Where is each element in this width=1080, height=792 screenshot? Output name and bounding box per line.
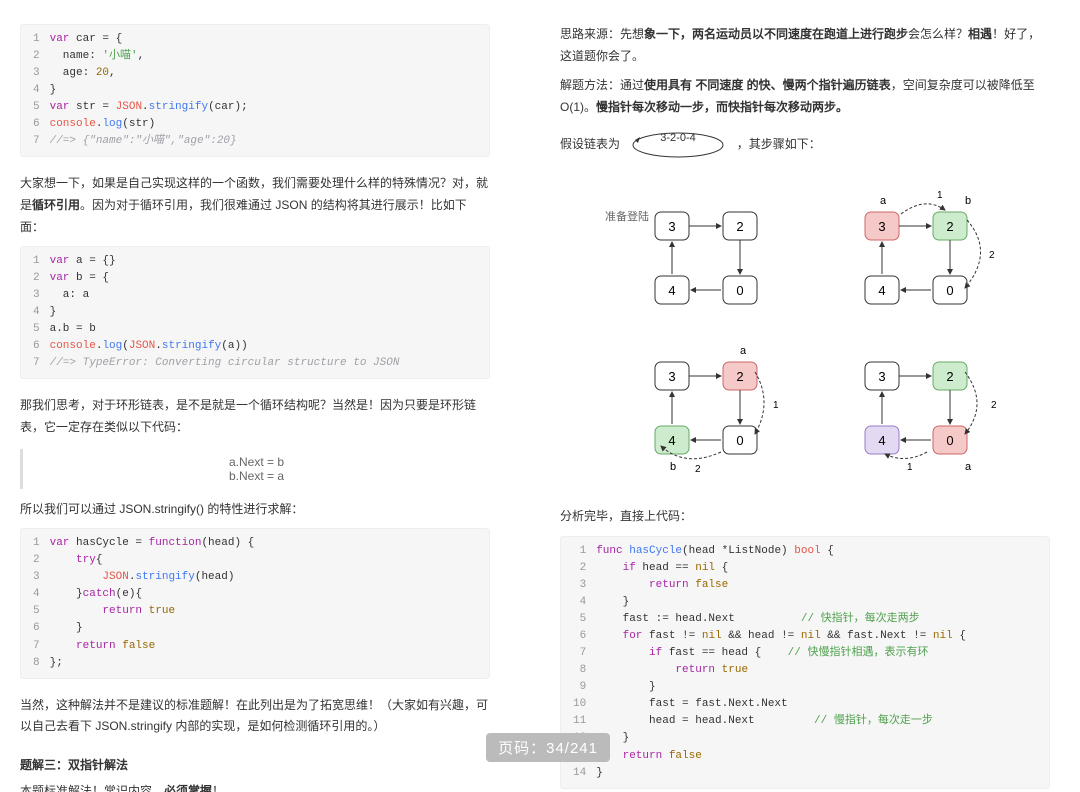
paragraph: 本题标准解法！常识内容，必须掌握！: [20, 781, 490, 792]
svg-text:3: 3: [668, 219, 675, 234]
section-heading: 题解三：双指针解法: [20, 756, 490, 773]
svg-text:4: 4: [878, 433, 885, 448]
svg-text:1: 1: [907, 462, 913, 473]
svg-text:2: 2: [946, 219, 953, 234]
svg-text:b: b: [965, 195, 971, 207]
paragraph: 所以我们可以通过 JSON.stringify() 的特性进行求解：: [20, 499, 490, 521]
paragraph: 那我们思考，对于环形链表，是不是就是一个循环结构呢？当然是！因为只要是环形链表，…: [20, 395, 490, 438]
svg-text:准备登陆: 准备登陆: [605, 209, 649, 223]
svg-text:4: 4: [668, 283, 675, 298]
svg-text:3: 3: [668, 369, 675, 384]
left-column: 1234567 var car = { name: '小喵', age: 20,…: [0, 0, 540, 792]
svg-text:1: 1: [937, 190, 943, 201]
svg-text:0: 0: [736, 433, 743, 448]
code-lines: var car = { name: '小喵', age: 20, } var s…: [50, 25, 258, 156]
svg-text:a: a: [965, 461, 972, 473]
right-column: 思路来源：先想象一下，两名运动员以不同速度在跑道上进行跑步会怎么样？相遇！好了，…: [540, 0, 1080, 792]
paragraph: 大家想一下，如果是自己实现这样的一个函数，我们需要处理什么样的特殊情况？对，就是…: [20, 173, 490, 238]
loop-diagram: 假设链表为 3-2-0-4 ，其步骤如下：: [560, 128, 1050, 162]
page-number-badge: 页码：34/241: [486, 733, 610, 762]
code-block-1: 1234567 var car = { name: '小喵', age: 20,…: [20, 24, 490, 157]
svg-text:4: 4: [668, 433, 675, 448]
gutter: 1234567: [21, 25, 50, 156]
svg-text:a: a: [740, 345, 747, 357]
code-block-4: 1234567891011121314 func hasCycle(head *…: [560, 536, 1050, 789]
svg-text:2: 2: [695, 464, 701, 475]
code-block-2: 1234567 var a = {} var b = { a: a } a.b …: [20, 246, 490, 379]
paragraph: 当然，这种解法并不是建议的标准题解！在此列出是为了拓宽思维！（大家如有兴趣，可以…: [20, 695, 490, 738]
svg-text:0: 0: [946, 283, 953, 298]
page: 1234567 var car = { name: '小喵', age: 20,…: [0, 0, 1080, 792]
svg-text:2: 2: [736, 219, 743, 234]
svg-text:4: 4: [878, 283, 885, 298]
svg-text:3: 3: [878, 369, 885, 384]
svg-text:b: b: [670, 461, 676, 473]
quote-block: a.Next = b b.Next = a: [20, 449, 490, 489]
code-block-3: 12345678 var hasCycle = function(head) {…: [20, 528, 490, 678]
svg-text:3-2-0-4: 3-2-0-4: [661, 132, 696, 144]
paragraph: 思路来源：先想象一下，两名运动员以不同速度在跑道上进行跑步会怎么样？相遇！好了，…: [560, 24, 1050, 67]
paragraph: 解题方法：通过使用具有 不同速度 的快、慢两个指针遍历链表，空间复杂度可以被降低…: [560, 75, 1050, 118]
svg-text:2: 2: [736, 369, 743, 384]
svg-text:2: 2: [991, 400, 997, 411]
paragraph: 分析完毕，直接上代码：: [560, 506, 1050, 528]
svg-text:0: 0: [736, 283, 743, 298]
svg-text:a: a: [880, 195, 887, 207]
svg-text:3: 3: [878, 219, 885, 234]
svg-text:1: 1: [773, 400, 779, 411]
pointer-diagram: 准备登陆 3 2 4 0: [585, 172, 1025, 492]
svg-text:0: 0: [946, 433, 953, 448]
svg-text:2: 2: [989, 250, 995, 261]
svg-text:2: 2: [946, 369, 953, 384]
